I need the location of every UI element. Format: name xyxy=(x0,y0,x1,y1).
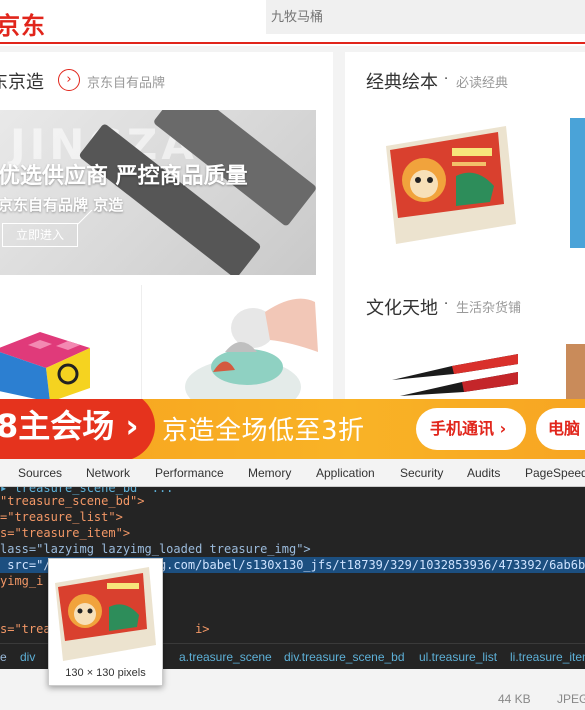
culture-subtitle: 生活杂货铺 xyxy=(456,301,522,316)
breadcrumb-item[interactable]: li.treasure_item xyxy=(510,650,585,664)
product-divider xyxy=(141,285,142,400)
screen: 京东 东京造 › 京东自有品牌 JINGZAO 优选供应商 严控商品质量 京东自… xyxy=(0,0,585,710)
chevron-right-icon[interactable]: › xyxy=(58,69,80,91)
enter-button[interactable]: 立即进入 xyxy=(2,223,78,247)
code-line[interactable]: "treasure_scene_bd"> xyxy=(0,494,145,508)
search-input[interactable] xyxy=(266,0,585,34)
tab-network[interactable]: Network xyxy=(86,466,130,480)
books-subtitle: 必读经典 xyxy=(456,76,509,91)
massager-image[interactable] xyxy=(185,292,318,400)
culture-title[interactable]: 文化天地 xyxy=(366,294,438,320)
culture-dot: · xyxy=(444,297,449,312)
breadcrumb-item[interactable]: div.treasure_scene_bd xyxy=(284,650,405,664)
devtools-tab-bar: Sources Network Performance Memory Appli… xyxy=(0,459,585,487)
tab-audits[interactable]: Audits xyxy=(467,466,500,480)
book-image-partial[interactable] xyxy=(570,118,585,248)
tab-performance[interactable]: Performance xyxy=(155,466,224,480)
preview-thumbnail xyxy=(55,565,156,665)
banner-button-line xyxy=(78,210,93,225)
books-title[interactable]: 经典绘本 xyxy=(366,68,438,94)
resource-size: 44 KB xyxy=(498,692,531,706)
picture-book-image[interactable] xyxy=(386,126,516,246)
search-box[interactable] xyxy=(266,0,585,34)
rubik-cube-image[interactable] xyxy=(0,310,92,400)
phone-category-button[interactable]: 手机通讯 › xyxy=(416,408,526,450)
banner-subline: 京东自有品牌 京造 xyxy=(0,196,124,214)
tab-sources[interactable]: Sources xyxy=(18,466,62,480)
tab-security[interactable]: Security xyxy=(400,466,443,480)
breadcrumb-item[interactable]: a.treasure_scene xyxy=(179,650,272,664)
banner-headline: 优选供应商 严控商品质量 xyxy=(0,164,248,189)
jd-logo[interactable]: 京东 xyxy=(0,6,46,41)
chevron-right-icon: › xyxy=(499,419,507,438)
tab-application[interactable]: Application xyxy=(316,466,375,480)
code-line[interactable]: lass="lazyimg lazyimg_loaded treasure_im… xyxy=(0,542,311,556)
image-dimensions: 130 × 130 pixels xyxy=(65,667,146,679)
jingzao-banner[interactable]: JINGZAO 优选供应商 严控商品质量 京东自有品牌 京造 xyxy=(0,110,316,275)
breadcrumb-item[interactable]: div xyxy=(20,650,35,664)
computer-category-button[interactable]: 电脑 xyxy=(536,408,585,450)
tab-memory[interactable]: Memory xyxy=(248,466,291,480)
code-line[interactable]: ="treasure_list"> xyxy=(0,510,123,524)
promo-banner[interactable]: 8主会场 › 京造全场低至3折 手机通讯 › 电脑 xyxy=(0,399,585,459)
brush-pen-image[interactable] xyxy=(392,340,518,400)
promo-slogan: 京造全场低至3折 xyxy=(162,416,365,446)
product-image-partial[interactable] xyxy=(566,344,585,400)
tab-pagespeed[interactable]: PageSpeed xyxy=(525,466,585,480)
resource-type: JPEG xyxy=(557,692,585,706)
jingzao-subtitle: 京东自有品牌 xyxy=(87,76,166,91)
promo-venue-label[interactable]: 8主会场 › xyxy=(0,401,139,447)
top-bar: 京东 xyxy=(0,0,585,44)
code-line[interactable]: s="treasure_item"> xyxy=(0,526,130,540)
jingzao-title[interactable]: 东京造 xyxy=(0,68,44,94)
code-line[interactable]: yimg_i xyxy=(0,574,43,588)
chevron-right-icon: › xyxy=(125,407,139,445)
breadcrumb-item[interactable]: ul.treasure_list xyxy=(419,650,497,664)
breadcrumb-item[interactable]: e xyxy=(0,650,7,664)
books-dot: · xyxy=(444,72,449,87)
image-preview-tooltip: 130 × 130 pixels xyxy=(48,558,163,686)
